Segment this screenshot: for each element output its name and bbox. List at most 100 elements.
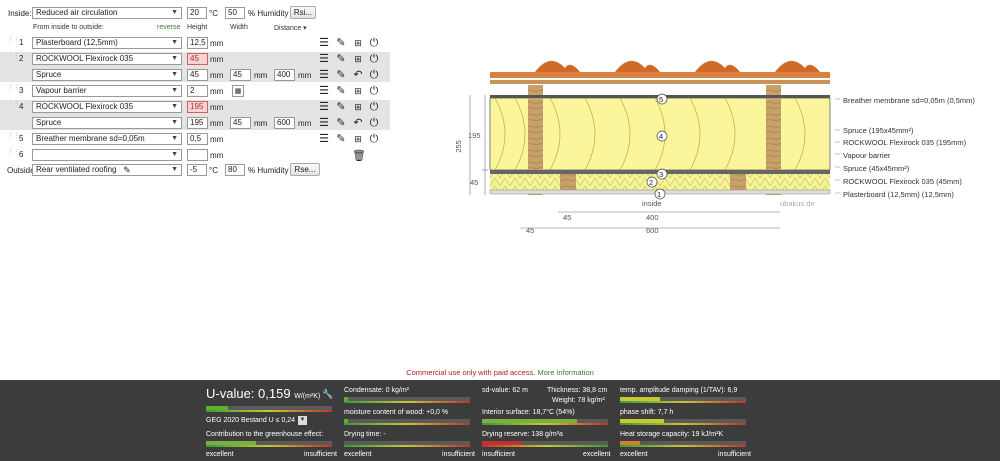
pencil-icon[interactable]: ✎ [121,165,133,175]
sublayer-material-select[interactable]: Spruce ▼ [32,69,182,81]
rse-button[interactable]: Rse... [290,163,320,176]
phase-label: phase shift: 7,7 h [620,409,674,416]
marker-5: 5 [659,95,664,104]
dim-400: 400 [646,213,659,222]
drying-insufficient: insufficient [442,451,475,458]
menu-icon[interactable]: ☰ [318,101,330,113]
layer-material-select[interactable]: ROCKWOOL Flexirock 035 ▼ [32,101,182,113]
thickness-label: Thickness: 38,8 cm [547,387,608,394]
wrench-icon[interactable]: 🔧 [322,388,334,400]
layer-height-input[interactable]: 2 [187,85,208,97]
trash-icon[interactable]: 🗑 [352,150,366,162]
unit-mm: mm [210,55,224,64]
layer-height-input[interactable]: 195 [187,101,208,113]
menu-icon[interactable]: ☰ [318,133,330,145]
drag-handle-icon[interactable]: ⋮⋮ [7,149,20,159]
moisture-label: moisture content of wood: +0,0 % [344,409,449,416]
layer-height-input[interactable] [187,149,208,161]
layer-material-select[interactable]: ▼ [32,149,182,161]
pencil-icon[interactable]: ✎ [335,117,347,129]
inside-climate-select[interactable]: Reduced air circulation ▼ [32,7,182,19]
add-sublayer-icon[interactable]: ⊞ [352,101,364,113]
pencil-icon[interactable]: ✎ [335,101,347,113]
layer-material-select[interactable]: ROCKWOOL Flexirock 035 ▼ [32,53,182,65]
power-icon[interactable]: ⏻ [368,69,380,81]
drag-handle-icon[interactable]: ⋮⋮ [7,133,20,143]
header-width: Width [230,24,248,31]
sublayer-height-input[interactable]: 195 [187,117,208,129]
sublayer-material-select[interactable]: Spruce ▼ [32,117,182,129]
add-sublayer-icon[interactable]: ⊞ [352,37,364,49]
pencil-icon[interactable]: ✎ [335,37,347,49]
header-height: Height [187,24,208,31]
inside-temp-unit: °C [209,9,218,18]
sublayer-distance-input[interactable]: 400 [274,69,295,81]
outside-temp-input[interactable]: -5 [187,164,207,176]
power-icon[interactable]: ⏻ [368,133,380,145]
sublayer-width-input[interactable]: 45 [230,117,251,129]
outside-humidity-unit: % Humidity [248,166,289,175]
legend-spruce-195: Spruce (195x45mm²) [843,126,914,135]
legend-spruce-45: Spruce (45x45mm²) [843,164,910,173]
undo-arrow-icon[interactable]: ↶ [352,117,364,129]
add-sublayer-icon[interactable]: ⊞ [352,85,364,97]
drag-handle-icon[interactable]: ⋮⋮ [7,85,20,95]
dim-600: 600 [646,226,659,235]
unit-mm: mm [210,39,224,48]
rsi-button[interactable]: Rsi... [290,6,316,19]
power-icon[interactable]: ⏻ [368,117,380,129]
sublayer-height-input[interactable]: 45 [187,69,208,81]
menu-icon[interactable]: ☰ [318,37,330,49]
power-icon[interactable]: ⏻ [368,53,380,65]
power-icon[interactable]: ⏻ [368,37,380,49]
header-distance[interactable]: Distance ▾ [274,24,307,32]
layer-number: 6 [19,150,24,159]
inside-temp-input[interactable]: 20 [187,7,207,19]
results-bar: U-value: 0,159 W/(m²K) 🔧 GEG 2020 Bestan… [0,380,1000,461]
layer-height-input[interactable]: 12,5 [187,37,208,49]
drag-handle-icon[interactable]: ⋮⋮ [7,37,20,47]
sublayer-width-input[interactable]: 45 [230,69,251,81]
inside-label: Inside: [8,9,32,18]
pencil-icon[interactable]: ✎ [335,133,347,145]
unit-mm: mm [210,87,224,96]
condensate-gauge [344,397,470,403]
pencil-icon[interactable]: ✎ [335,53,347,65]
pencil-icon[interactable]: ✎ [335,69,347,81]
menu-icon[interactable]: ☰ [318,117,330,129]
chevron-down-icon: ▼ [171,71,178,78]
reserve-excellent: excellent [583,451,611,458]
layer-material-select[interactable]: Plasterboard (12,5mm) ▼ [32,37,182,49]
inside-humidity-input[interactable]: 50 [225,7,245,19]
layer-material-select[interactable]: Vapour barrier ▼ [32,85,182,97]
add-sublayer-icon[interactable]: ⊞ [352,53,364,65]
layer-row: ⋮⋮ 5 Breather membrane sd=0,05m ▼ 0,5 mm … [0,132,390,146]
outside-climate-select[interactable]: Rear ventilated roofing ✎ ▼ [32,164,182,176]
amplitude-gauge [620,397,746,403]
drag-handle-icon[interactable]: ⋮⋮ [7,53,20,63]
menu-icon[interactable]: ☰ [318,85,330,97]
sublayer-material-value: Spruce [36,70,62,79]
layer-material-select[interactable]: Breather membrane sd=0,05m ▼ [32,133,182,145]
texture-swatch-icon[interactable]: ▦ [232,85,244,97]
outside-humidity-input[interactable]: 80 [225,164,245,176]
add-sublayer-icon[interactable]: ⊞ [352,133,364,145]
menu-icon[interactable]: ☰ [318,53,330,65]
drag-handle-icon[interactable]: ⋮⋮ [7,101,20,111]
power-icon[interactable]: ⏻ [368,101,380,113]
layer-height-input[interactable]: 0,5 [187,133,208,145]
layer-height-input[interactable]: 45 [187,53,208,65]
unit-mm: mm [210,103,224,112]
pencil-icon[interactable]: ✎ [335,85,347,97]
chevron-down-icon[interactable]: ▼ [298,416,307,425]
power-icon[interactable]: ⏻ [368,85,380,97]
dim-lower: 45 [470,178,479,187]
reverse-link[interactable]: reverse [157,24,180,31]
layer-material-value: Vapour barrier [36,86,87,95]
menu-icon[interactable]: ☰ [318,69,330,81]
more-info-link[interactable]: More information [538,368,594,377]
chevron-down-icon: ▼ [171,87,178,94]
sublayer-distance-input[interactable]: 600 [274,117,295,129]
interior-label: Interior surface: 18,7°C (54%) [482,409,575,416]
undo-arrow-icon[interactable]: ↶ [352,69,364,81]
